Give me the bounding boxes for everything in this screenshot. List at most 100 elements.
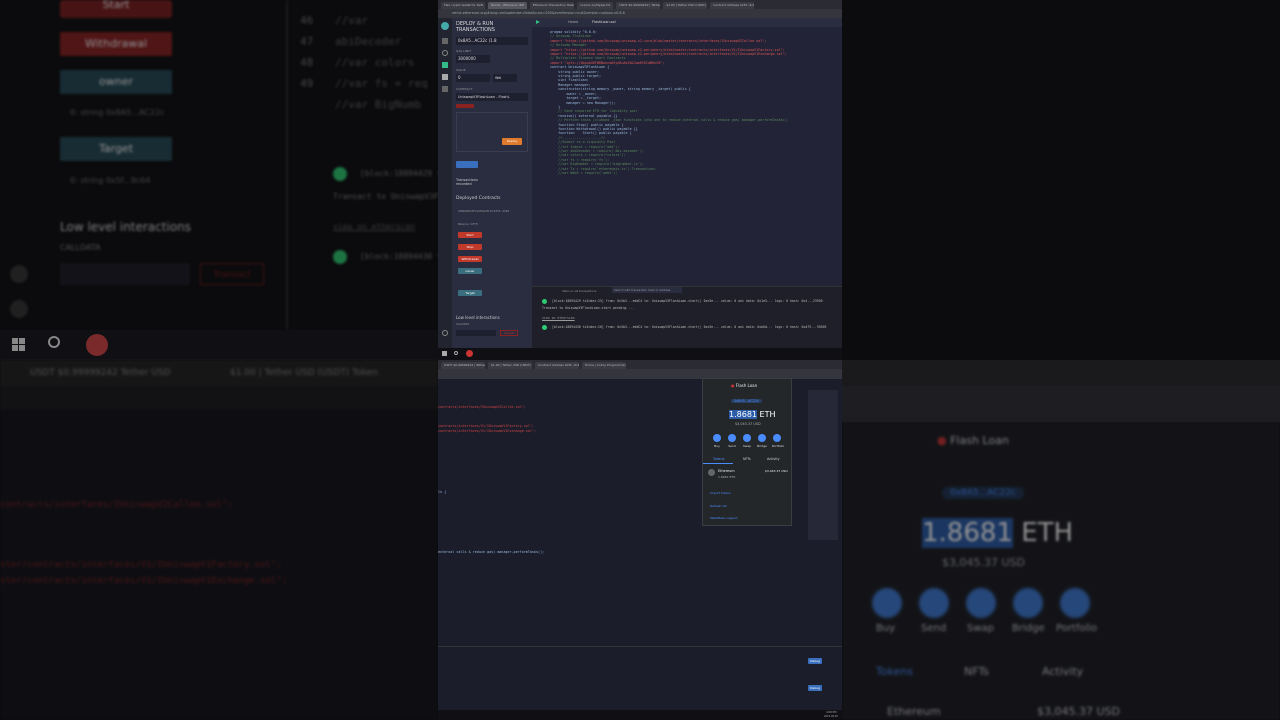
bg-address: 0x8A5...AC22c	[942, 487, 1024, 499]
address-bar[interactable]: remix.ethereum.org/#lang=en&optimize=fal…	[438, 9, 842, 18]
target-function-button[interactable]: Target	[458, 290, 482, 296]
url-text: remix.ethereum.org/#lang=en&optimize=fal…	[452, 11, 625, 15]
send-icon[interactable]	[728, 434, 736, 442]
code-editor[interactable]: Home FlashLoan.sol pragma solidity ^0.6.…	[532, 18, 842, 286]
windows-start-icon[interactable]	[442, 351, 447, 356]
etherscan-link[interactable]: view on etherscan	[542, 316, 575, 320]
metamask-popup: ● Flash Loan 0x8A5...AC22c 1.8681 ETH $3…	[702, 378, 792, 526]
compiler-icon[interactable]	[442, 62, 448, 68]
browser-tab[interactable]: Remix - Ethereum IDE	[488, 2, 528, 9]
log-line: [block:18894429 txIndex:25] from: 0x5b3.…	[552, 299, 823, 303]
start-function-button[interactable]: Start	[458, 232, 482, 238]
portfolio-icon[interactable]	[773, 434, 781, 442]
settings-icon[interactable]	[442, 330, 448, 336]
bg-action-label: Send	[921, 623, 947, 634]
owner-function-button[interactable]: owner	[458, 268, 482, 274]
left-background: Start Withdrawal owner 0: string 0x8A5..…	[0, 0, 438, 720]
plugin-icon[interactable]	[442, 86, 448, 92]
balance-display: 1.8681 ETH	[729, 410, 776, 419]
search-icon[interactable]	[454, 351, 458, 355]
bg-action-label: Bridge	[1012, 623, 1045, 634]
flashloan-tab[interactable]: FlashLoan.sol	[592, 20, 616, 24]
gas-limit-label: GAS LIMIT	[456, 49, 472, 53]
bg-tab: Activity	[1042, 665, 1084, 678]
buy-icon[interactable]	[713, 434, 721, 442]
token-name[interactable]: Ethereum	[718, 469, 735, 473]
network-name: Flash Loan	[735, 383, 758, 388]
tab-activity[interactable]: Activity	[767, 457, 780, 461]
browser-tab[interactable]: xxxxxx.xx/Mypal.txt	[577, 2, 614, 9]
code-fragment: contracts/interfaces/IUniswapV2Callee.so…	[438, 405, 526, 409]
browser-tab[interactable]: Flex crypto wallet for DeFi, Web3	[441, 2, 485, 9]
remix-logo-icon[interactable]	[441, 22, 449, 30]
account-select[interactable]: 0x8A5...AC22c (1.8	[456, 37, 528, 45]
bg-token-name: Ethereum	[887, 705, 941, 718]
value-amount: 0	[458, 75, 461, 80]
bg-transact-button: Transact	[200, 263, 264, 285]
code-fragment: contracts/interfaces/V1/IUniswapV1Factor…	[438, 424, 534, 428]
value-label: VALUE	[456, 68, 466, 72]
deploy-icon[interactable]	[442, 74, 448, 80]
browser-tab[interactable]: Ethereum Transaction Hash (Txn)	[530, 2, 575, 9]
taskbar-bottom: 4:08 PM 2023-09-30	[438, 710, 842, 720]
transact-button[interactable]: Transact	[500, 330, 518, 336]
browser-tab[interactable]: $1.00 | Tether USD (USDT)	[663, 2, 708, 9]
clock-date: 2023-09-30	[824, 715, 838, 718]
network-selector[interactable]: ● Flash Loan	[731, 383, 757, 388]
tab-tokens[interactable]: Tokens	[713, 457, 724, 461]
bg-fiat: $3,045.37 USD	[942, 556, 1025, 569]
metamask-support-link[interactable]: MetaMask support	[710, 516, 738, 520]
bg-tab: Tokens	[876, 665, 914, 678]
bg-log-link: view on etherscan	[333, 222, 415, 231]
browser-tab[interactable]: USDT $0.99999242 | Tether USD	[616, 2, 661, 9]
browser-tab-bar-2: USDT $0.99999242 | Tether USD $1.00 | Te…	[438, 360, 842, 369]
bg-withdrawal-button: Withdrawal	[60, 32, 172, 56]
debug-button[interactable]: Debug	[808, 658, 822, 664]
file-explorer-icon[interactable]	[442, 38, 448, 44]
bg-balance: 1.8681 ETH	[922, 518, 1074, 548]
browser-tab[interactable]: Home | Coinly Programming L...	[582, 362, 626, 369]
deploy-button[interactable]: Deploy	[502, 138, 522, 145]
clock-time: 4:08 PM	[826, 711, 837, 714]
bridge-label: Bridge	[757, 444, 767, 448]
remix-icon-rail	[438, 18, 452, 348]
gas-limit-value: 3000000	[458, 56, 476, 61]
calldata-input[interactable]	[456, 330, 496, 336]
browser-tab[interactable]: $1.00 | Tether USD (USDT) Token	[488, 362, 532, 369]
balance-amount: 1.8681	[729, 410, 757, 419]
account-address[interactable]: 0x8A5...AC22c	[731, 399, 762, 403]
import-tokens-link[interactable]: Import tokens	[710, 491, 731, 495]
stop-function-button[interactable]: Stop	[458, 244, 482, 250]
refresh-list-link[interactable]: Refresh list	[710, 504, 727, 508]
bg-token-value: $3,045.37 USD	[1037, 705, 1120, 718]
taskbar	[438, 348, 842, 360]
browser-tab[interactable]: Contract Address 0x5f...9c64	[710, 2, 755, 9]
value-unit: Wei	[495, 76, 502, 80]
bg-code-line: //var abiDecoder	[335, 14, 402, 48]
withdrawal-function-button[interactable]: Withdrawal	[458, 256, 482, 262]
search-icon[interactable]	[442, 50, 448, 56]
bridge-icon[interactable]	[758, 434, 766, 442]
debug-button[interactable]: Debug	[808, 685, 822, 691]
token-value: $3,045.37 USD	[765, 469, 788, 473]
swap-icon[interactable]	[743, 434, 751, 442]
play-icon[interactable]	[536, 20, 540, 24]
terminal-filter[interactable]: Search with transaction hash or address	[612, 287, 682, 293]
bg-low-level-title: Low level interactions	[60, 220, 191, 234]
contract-select[interactable]: UniswapV3FlashLoan - FlashL	[456, 93, 528, 101]
gas-limit-input[interactable]: 3000000	[456, 55, 490, 63]
value-input[interactable]: 0	[456, 74, 490, 82]
browser-icon[interactable]	[466, 350, 473, 357]
code-content: pragma solidity ^0.6.6;// Uniswap FlashL…	[550, 30, 840, 286]
browser-tab[interactable]: USDT $0.99999242 | Tether USD	[441, 362, 485, 369]
browser-tab[interactable]: Contract Address 0x5f...9c64	[535, 362, 579, 369]
value-unit-select[interactable]: Wei	[493, 74, 517, 82]
deployed-contract-item[interactable]: UNISWAPV3FLASHLOAN AT 0X5F...9C64	[458, 210, 509, 213]
browser-tab-bar: Flex crypto wallet for DeFi, Web3 Remix …	[438, 0, 842, 9]
bg-start-button: Start	[102, 0, 130, 11]
swap-label: Swap	[742, 444, 752, 448]
tab-nfts[interactable]: NFTs	[743, 457, 751, 461]
bg-log-line: [block:18894430 txIndex:26] from: 0x5b3.…	[360, 252, 438, 261]
deploy-panel: DEPLOY & RUN TRANSACTIONS 0x8A5...AC22c …	[452, 18, 532, 348]
home-tab[interactable]: Home	[568, 20, 578, 24]
